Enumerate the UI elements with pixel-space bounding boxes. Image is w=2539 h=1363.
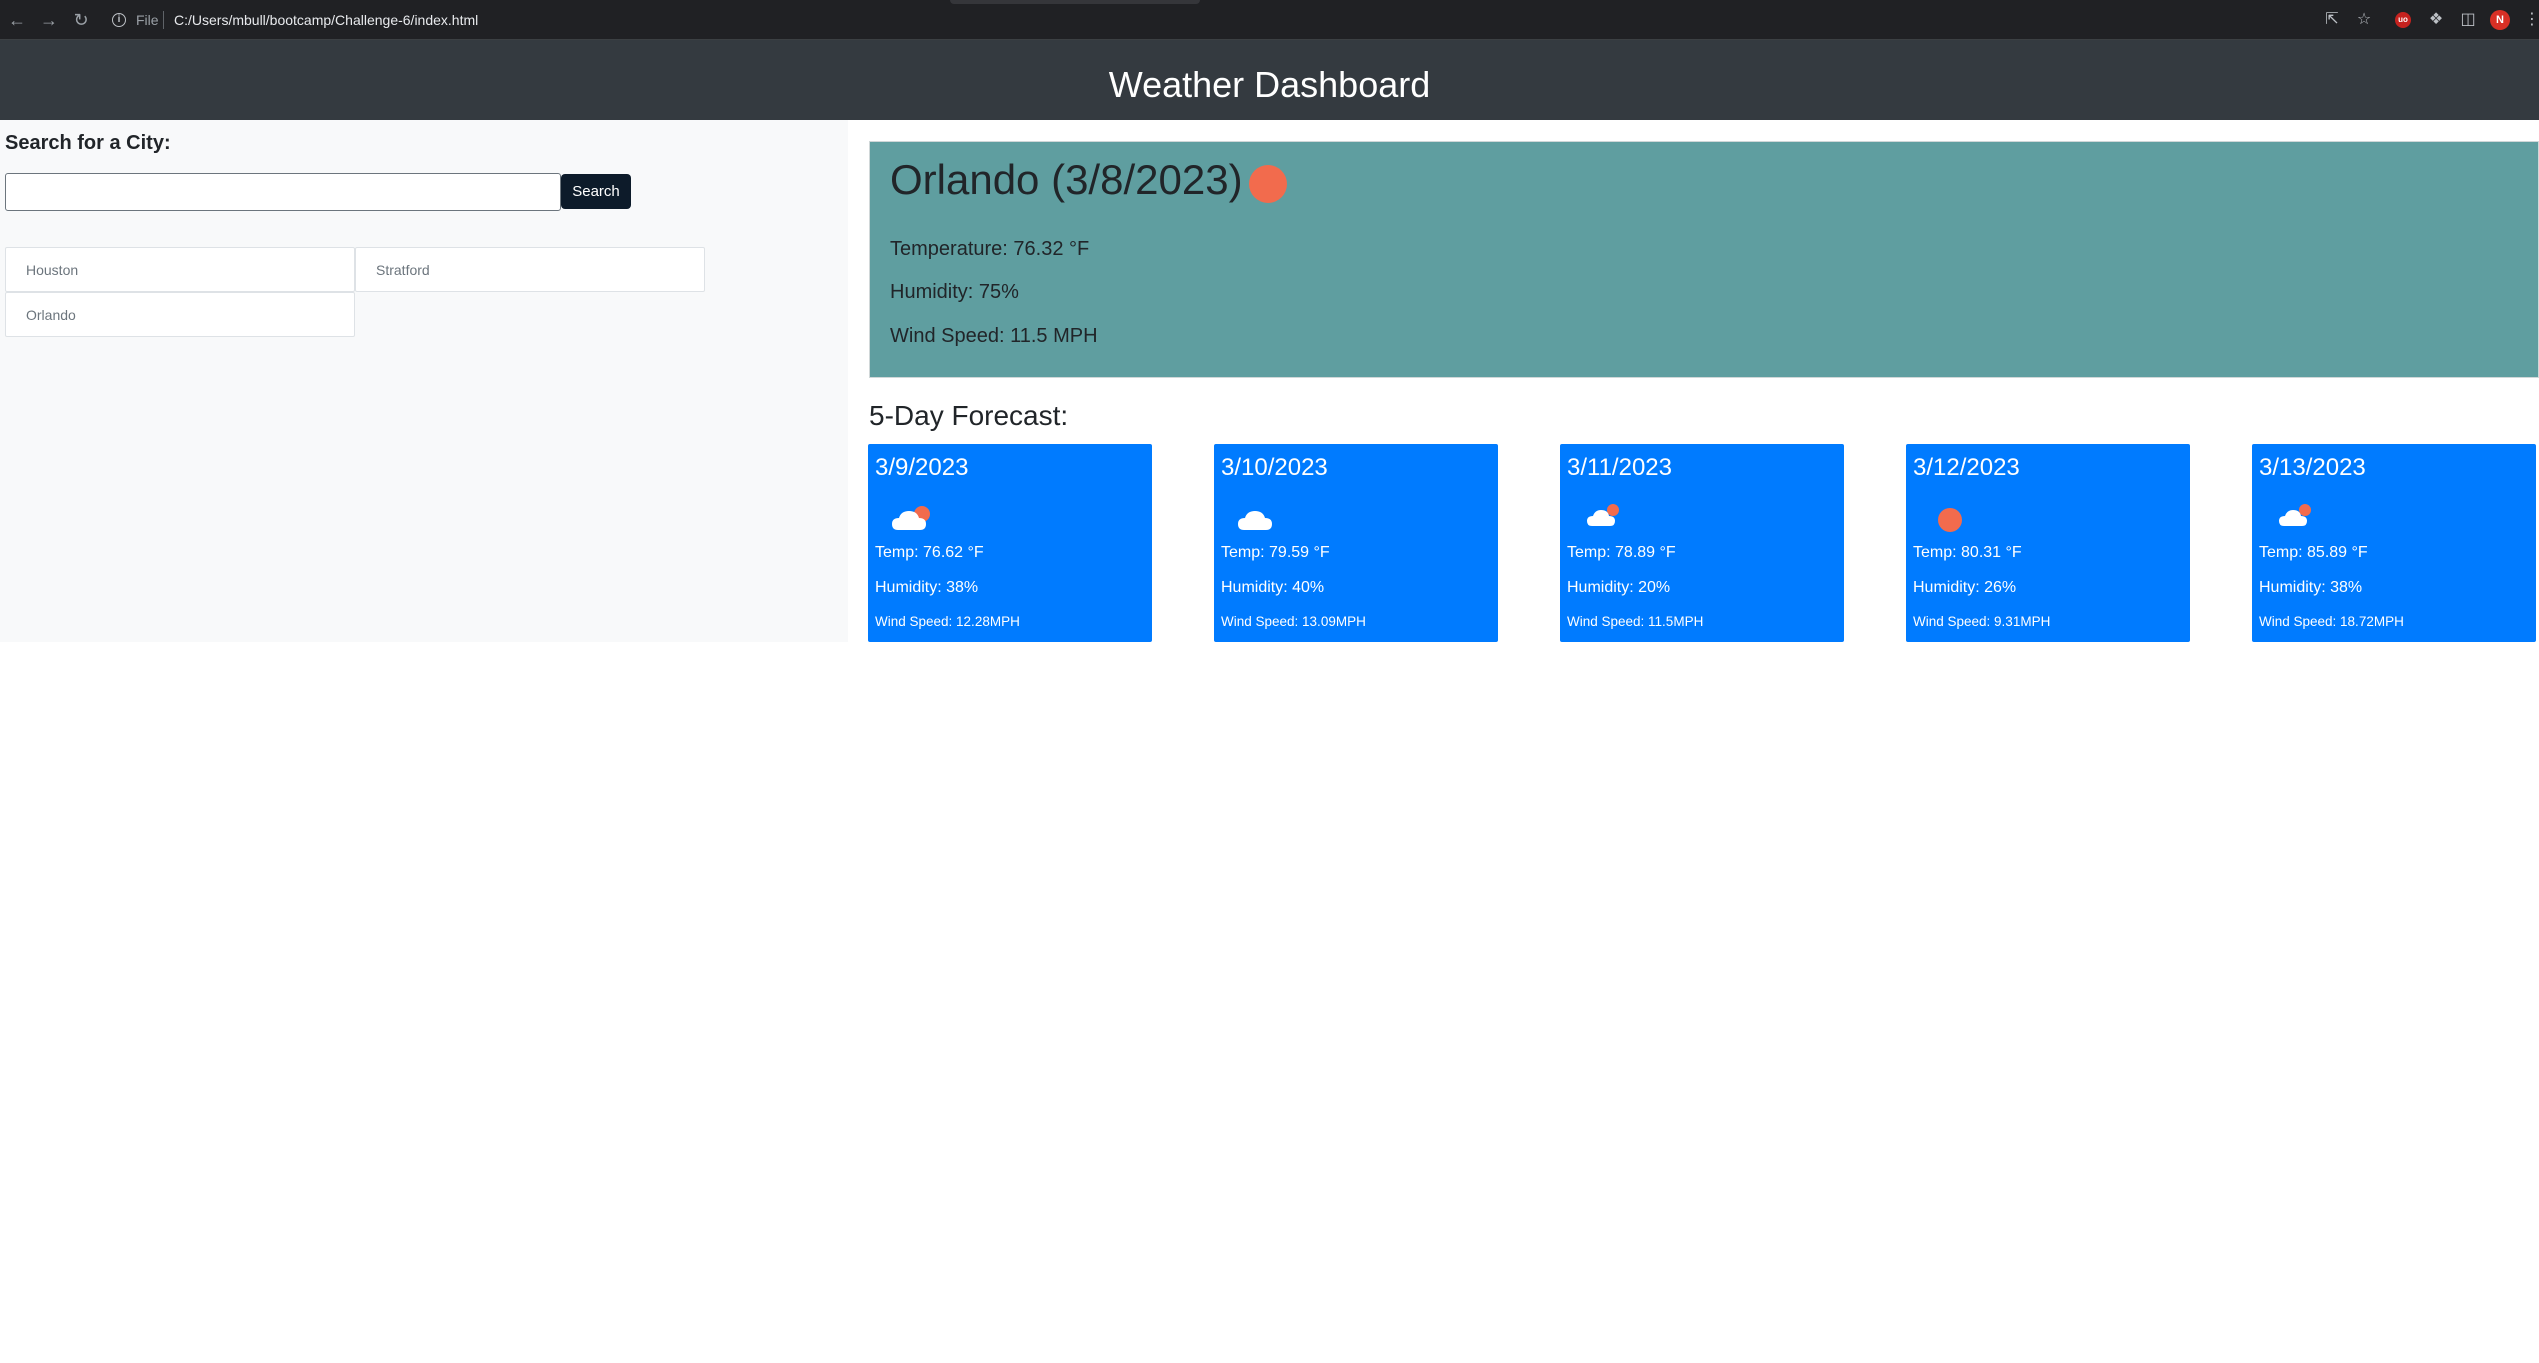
forecast-humidity: Humidity: 20% [1567,579,1671,596]
forecast-wind: Wind Speed: 12.28MPH [875,614,1020,629]
cloud-sun-icon [1587,504,1619,526]
search-panel: Search for a City: Search Houston Stratf… [0,120,848,642]
current-humidity: Humidity: 75% [890,281,1019,303]
side-panel-icon[interactable]: ◫ [2458,10,2478,30]
forecast-card: 3/9/2023 Temp: 76.62 °F Humidity: 38% Wi… [868,444,1152,642]
forecast-card: 3/13/2023 Temp: 85.89 °F Humidity: 38% W… [2252,444,2536,642]
share-icon[interactable]: ⇱ [2322,10,2342,30]
search-label: Search for a City: [5,132,171,154]
extension-icon[interactable]: uo [2395,12,2411,28]
page-title: Weather Dashboard [1108,64,1431,105]
history-city-button[interactable]: Houston [5,247,355,292]
file-label: File [136,12,159,28]
forecast-date: 3/9/2023 [875,454,969,481]
site-info-icon[interactable]: i [112,13,126,27]
address-bar[interactable]: C:/Users/mbull/bootcamp/Challenge-6/inde… [174,12,478,28]
menu-kebab-icon[interactable]: ⋮ [2522,10,2539,30]
forecast-wind: Wind Speed: 9.31MPH [1913,614,2051,629]
current-temperature: Temperature: 76.32 °F [890,238,1090,260]
current-wind-speed: Wind Speed: 11.5 MPH [890,325,1098,347]
extensions-puzzle-icon[interactable]: ❖ [2426,10,2446,30]
forward-icon[interactable]: → [38,9,60,31]
forecast-card: 3/12/2023 Temp: 80.31 °F Humidity: 26% W… [1906,444,2190,642]
bookmark-star-icon[interactable]: ☆ [2354,10,2374,30]
current-weather-card: Orlando (3/8/2023) Temperature: 76.32 °F… [869,141,2539,378]
city-search-input[interactable] [5,173,561,211]
back-icon[interactable]: ← [6,9,28,31]
forecast-humidity: Humidity: 40% [1221,579,1325,596]
search-button[interactable]: Search [561,174,631,209]
browser-toolbar: ← → ↻ i File C:/Users/mbull/bootcamp/Cha… [0,0,2539,40]
sun-icon [1938,508,1962,532]
forecast-card: 3/11/2023 Temp: 78.89 °F Humidity: 20% W… [1560,444,1844,642]
forecast-date: 3/12/2023 [1913,454,2020,481]
forecast-date: 3/13/2023 [2259,454,2366,481]
forecast-card: 3/10/2023 Temp: 79.59 °F Humidity: 40% W… [1214,444,1498,642]
page-header: Weather Dashboard [0,40,2539,120]
cloud-sun-icon [2279,504,2311,526]
forecast-temp: Temp: 85.89 °F [2259,544,2368,561]
history-city-button[interactable]: Stratford [355,247,705,292]
forecast-wind: Wind Speed: 13.09MPH [1221,614,1366,629]
forecast-temp: Temp: 79.59 °F [1221,544,1330,561]
forecast-wind: Wind Speed: 18.72MPH [2259,614,2404,629]
address-separator [163,11,164,29]
forecast-temp: Temp: 76.62 °F [875,544,984,561]
forecast-temp: Temp: 78.89 °F [1567,544,1676,561]
tab-indicator [950,0,1200,4]
forecast-date: 3/11/2023 [1567,454,1672,481]
profile-avatar[interactable]: N [2490,10,2510,30]
forecast-title: 5-Day Forecast: [869,400,1069,431]
sun-icon [1249,165,1287,203]
cloud-sun-icon [892,506,930,530]
forecast-wind: Wind Speed: 11.5MPH [1567,614,1704,629]
forecast-humidity: Humidity: 26% [1913,579,2017,596]
forecast-humidity: Humidity: 38% [2259,579,2363,596]
forecast-humidity: Humidity: 38% [875,579,979,596]
current-city-title: Orlando (3/8/2023) [890,156,1243,203]
reload-icon[interactable]: ↻ [70,9,92,31]
history-city-button[interactable]: Orlando [5,292,355,337]
cloud-icon [1238,511,1272,530]
forecast-temp: Temp: 80.31 °F [1913,544,2022,561]
forecast-date: 3/10/2023 [1221,454,1328,481]
